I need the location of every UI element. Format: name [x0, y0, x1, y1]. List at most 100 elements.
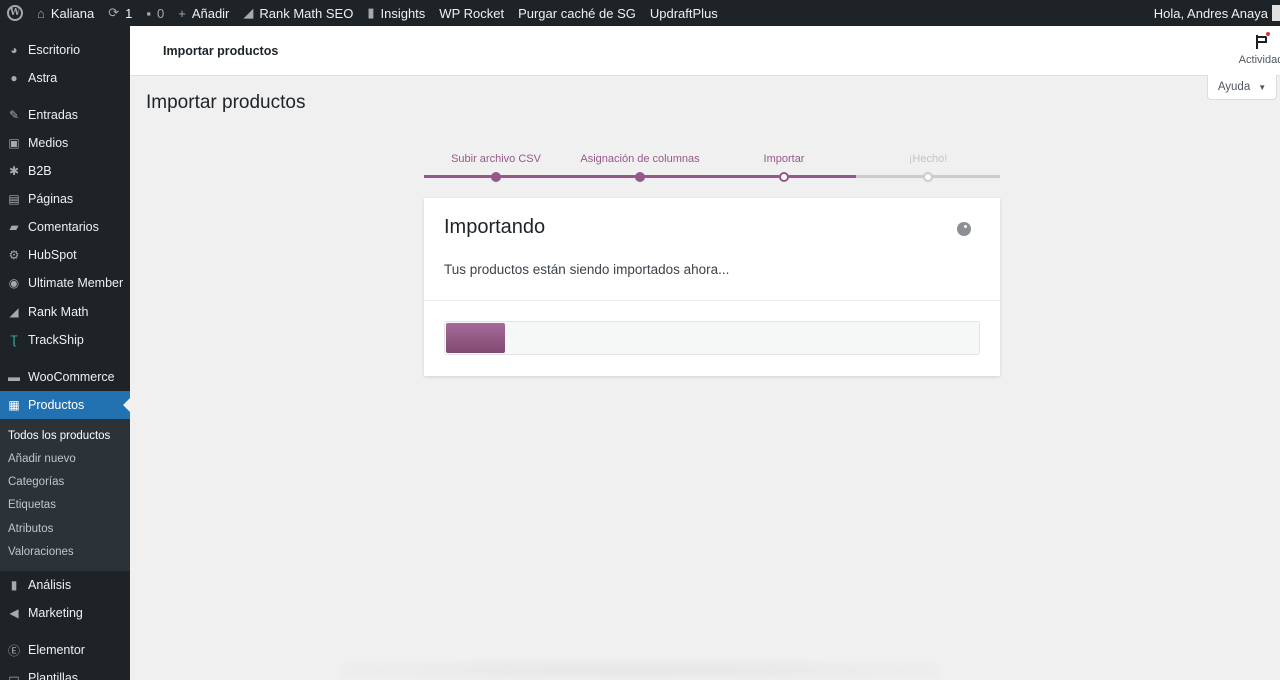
menu-plantillas[interactable]: ▭ Plantillas: [0, 664, 130, 680]
menu-productos[interactable]: ▦ Productos: [0, 391, 130, 419]
progress-fill: [446, 323, 505, 353]
submenu-etiquetas[interactable]: Etiquetas: [8, 499, 56, 511]
rank-math-link[interactable]: ◢ Rank Math SEO: [236, 0, 360, 26]
step-dot: [779, 172, 789, 182]
menu-label: WooCommerce: [28, 370, 115, 384]
import-progress-bar: [444, 321, 980, 355]
wp-rocket-label: WP Rocket: [439, 5, 505, 21]
menu-analisis[interactable]: ▮ Análisis: [0, 571, 130, 599]
activity-button[interactable]: Actividad: [1236, 31, 1280, 66]
new-content-link[interactable]: + Añadir: [171, 0, 236, 26]
step-label: Subir archivo CSV: [451, 153, 541, 165]
submenu-todos-productos[interactable]: Todos los productos: [8, 430, 110, 442]
submenu-anadir-nuevo[interactable]: Añadir nuevo: [8, 453, 76, 465]
purge-cache-link[interactable]: Purgar caché de SG: [511, 0, 643, 26]
menu-label: Ultimate Member: [28, 276, 124, 290]
step-importar: Importar: [712, 150, 856, 182]
my-account-link[interactable]: Hola, Andres Anaya: [1147, 0, 1280, 26]
wp-logo-menu[interactable]: W: [0, 0, 30, 26]
dashboard-icon: ◕: [10, 43, 18, 57]
menu-label: Plantillas: [28, 671, 79, 680]
flag-icon: [1253, 31, 1271, 50]
menu-label: Escritorio: [28, 43, 81, 57]
menu-entradas[interactable]: ✎ Entradas: [0, 101, 130, 129]
productos-submenu: Todos los productos Añadir nuevo Categor…: [0, 419, 130, 571]
trackship-icon: Ʈ: [10, 333, 18, 347]
step-dot: [635, 172, 645, 182]
menu-rank-math[interactable]: ◢ Rank Math: [0, 298, 130, 326]
insights-link[interactable]: ▮ Insights: [360, 0, 432, 26]
pin-icon: ✎: [8, 108, 20, 122]
menu-b2b[interactable]: ✱ B2B: [0, 157, 130, 185]
help-tab-button[interactable]: Ayuda ▼: [1207, 75, 1277, 100]
menu-label: Rank Math: [28, 305, 89, 319]
admin-bar: W ⌂ Kaliana ⟳ 1 ▪ 0 + Añadir ◢ Rank Math SEO …: [0, 0, 1280, 26]
menu-woocommerce[interactable]: ▬ WooCommerce: [0, 363, 130, 391]
wordpress-icon: W: [7, 5, 23, 21]
menu-label: Medios: [28, 136, 69, 150]
updraftplus-label: UpdraftPlus: [649, 5, 718, 21]
bottom-shadow: [340, 660, 940, 680]
activity-label: Actividad: [1238, 54, 1280, 66]
submenu-categorias[interactable]: Categorías: [8, 476, 64, 488]
menu-elementor[interactable]: Ⓔ Elementor: [0, 636, 130, 664]
step-label: Asignación de columnas: [580, 153, 700, 165]
step-dot: [923, 172, 933, 182]
submenu-atributos[interactable]: Atributos: [8, 523, 53, 535]
groups-icon: ✱: [8, 164, 20, 178]
menu-ultimate-member[interactable]: ◉ Ultimate Member: [0, 269, 130, 297]
menu-label: Análisis: [28, 578, 72, 592]
header-title: Importar productos: [163, 44, 279, 58]
woo-icon: ▬: [8, 370, 20, 384]
updates-icon: ⟳: [108, 5, 120, 20]
plus-icon: +: [178, 5, 186, 21]
admin-sidebar: ◕ Escritorio ● Astra ✎ Entradas ▣ Medios ✱ B2…: [0, 26, 130, 680]
updates-count: 1: [125, 5, 133, 21]
site-name-link[interactable]: ⌂ Kaliana: [30, 0, 101, 26]
comments-icon: ▰: [9, 220, 19, 234]
menu-label: Elementor: [28, 643, 85, 657]
step-subir-csv: Subir archivo CSV: [424, 150, 568, 182]
import-steps: Subir archivo CSV Asignación de columnas…: [424, 150, 1000, 190]
menu-paginas[interactable]: ▤ Páginas: [0, 185, 130, 213]
menu-comentarios[interactable]: ▰ Comentarios: [0, 213, 130, 241]
step-label: Importar: [763, 153, 805, 165]
menu-label: Comentarios: [28, 220, 99, 234]
menu-trackship[interactable]: Ʈ TrackShip: [0, 326, 130, 354]
comment-icon: ▪: [146, 5, 151, 21]
purge-cache-label: Purgar caché de SG: [518, 5, 636, 21]
folder-icon: ▭: [8, 671, 20, 680]
comments-link[interactable]: ▪ 0: [139, 0, 171, 26]
astra-icon: ●: [10, 71, 18, 85]
step-label: ¡Hecho!: [908, 153, 948, 165]
menu-astra[interactable]: ● Astra: [0, 64, 130, 92]
new-content-label: Añadir: [191, 5, 230, 21]
rank-math-label: Rank Math SEO: [259, 5, 354, 21]
wp-rocket-link[interactable]: WP Rocket: [432, 0, 511, 26]
media-icon: ▣: [8, 136, 20, 150]
menu-label: Marketing: [28, 606, 83, 620]
importing-card: Importando Tus productos están siendo im…: [424, 198, 1000, 376]
submenu-valoraciones[interactable]: Valoraciones: [8, 546, 74, 558]
bar-chart-icon: ▮: [367, 5, 375, 20]
menu-escritorio[interactable]: ◕ Escritorio: [0, 36, 130, 64]
elementor-icon: Ⓔ: [7, 643, 20, 658]
step-asignacion-columnas: Asignación de columnas: [568, 150, 712, 182]
menu-label: TrackShip: [28, 333, 84, 347]
home-icon: ⌂: [37, 5, 45, 21]
menu-label: HubSpot: [28, 248, 77, 262]
updraftplus-link[interactable]: UpdraftPlus: [643, 0, 725, 26]
menu-hubspot[interactable]: ⚙ HubSpot: [0, 241, 130, 269]
step-dot: [491, 172, 501, 182]
menu-medios[interactable]: ▣ Medios: [0, 129, 130, 157]
card-divider: [424, 300, 1000, 301]
help-label: Ayuda: [1217, 81, 1251, 93]
updates-link[interactable]: ⟳ 1: [101, 0, 139, 26]
menu-marketing[interactable]: ◀ Marketing: [0, 599, 130, 627]
wc-header: Importar productos Actividad: [130, 26, 1280, 76]
chart-icon: ▮: [10, 578, 18, 592]
user-icon: ◉: [8, 276, 20, 290]
card-title: Importando: [444, 216, 546, 238]
megaphone-icon: ◀: [9, 606, 19, 620]
pages-icon: ▤: [8, 192, 20, 206]
